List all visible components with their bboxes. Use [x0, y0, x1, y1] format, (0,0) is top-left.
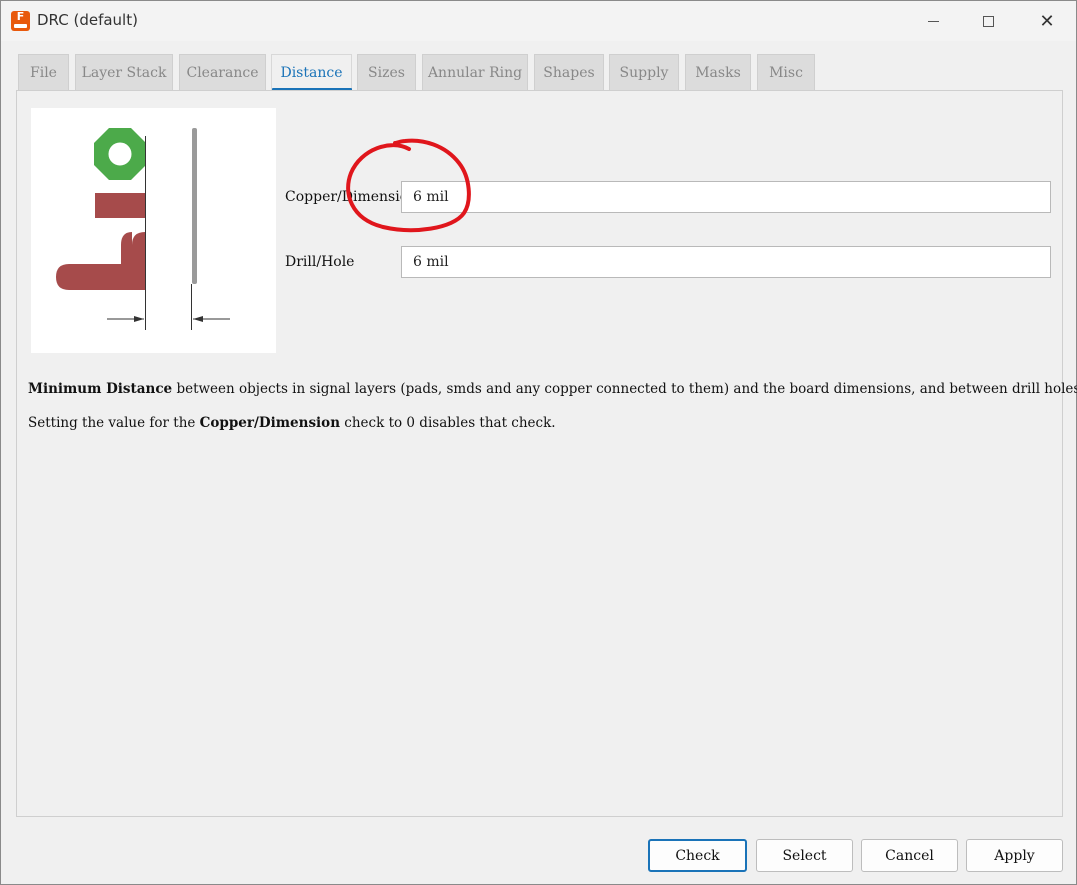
tab-misc[interactable]: Misc [757, 54, 815, 90]
select-button[interactable]: Select [756, 839, 853, 872]
minimize-button[interactable] [904, 1, 962, 41]
tab-layer-stack[interactable]: Layer Stack [75, 54, 173, 90]
close-icon: ✕ [1039, 10, 1055, 32]
maximize-button[interactable] [959, 1, 1017, 41]
drill-hole-input[interactable] [401, 246, 1051, 278]
distance-diagram-image [56, 128, 230, 330]
tab-shapes[interactable]: Shapes [534, 54, 604, 90]
copper-dimension-input[interactable] [401, 181, 1051, 213]
drill-hole-label: Drill/Hole [285, 254, 355, 270]
tab-sizes[interactable]: Sizes [357, 54, 416, 90]
maximize-icon [982, 15, 994, 27]
smd-shape [95, 193, 145, 218]
close-button[interactable]: ✕ [1018, 1, 1076, 41]
cancel-button[interactable]: Cancel [861, 839, 958, 872]
distance-diagram [31, 108, 276, 353]
description-line-1: Minimum Distance between objects in sign… [28, 381, 1077, 397]
board-dimension-line [192, 128, 197, 284]
tab-clearance[interactable]: Clearance [179, 54, 266, 90]
copper-dimension-label: Copper/Dimension [285, 189, 418, 205]
trace-shape [56, 232, 145, 290]
fusion-app-icon: F [11, 11, 30, 31]
tab-file[interactable]: File [18, 54, 69, 90]
title-bar[interactable]: F DRC (default) ✕ [1, 1, 1076, 41]
minimize-icon [927, 20, 939, 22]
tab-distance[interactable]: Distance [271, 54, 352, 90]
check-button[interactable]: Check [648, 839, 747, 872]
description-line-2: Setting the value for the Copper/Dimensi… [28, 415, 556, 431]
tab-annular-ring[interactable]: Annular Ring [422, 54, 528, 90]
apply-button[interactable]: Apply [966, 839, 1063, 872]
window-title: DRC (default) [37, 11, 138, 29]
drc-dialog: F DRC (default) ✕ File Layer Stack Clear… [0, 0, 1077, 885]
tab-masks[interactable]: Masks [685, 54, 751, 90]
tab-supply[interactable]: Supply [609, 54, 679, 90]
